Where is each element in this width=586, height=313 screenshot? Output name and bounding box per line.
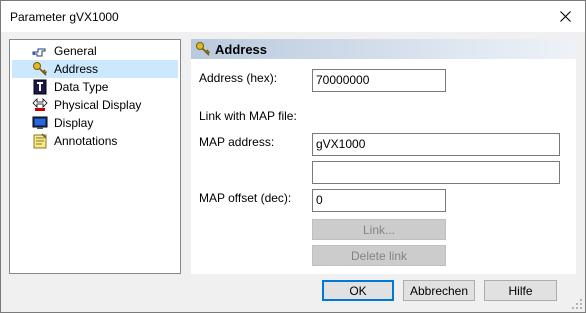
cancel-button[interactable]: Abbrechen [403,280,475,301]
map-address-input[interactable]: gVX1000 [312,133,560,156]
key-icon [32,61,48,77]
hand-pointer-icon [32,43,48,59]
ok-button[interactable]: OK [322,280,394,301]
parameter-dialog: Parameter gVX1000 General Address Data T… [0,0,586,313]
tree-item-display[interactable]: Display [12,114,178,132]
map-offset-input[interactable]: 0 [312,189,446,212]
address-panel: Address Address (hex): 70000000 Link wit… [191,39,576,274]
tree-item-general[interactable]: General [12,42,178,60]
tree-item-label: Physical Display [54,98,142,112]
delete-link-button[interactable]: Delete link [312,245,446,266]
notes-icon [32,133,48,149]
category-tree[interactable]: General Address Data Type Physical Displ… [9,39,181,274]
tree-item-label: Address [54,62,99,76]
link-button[interactable]: Link... [312,219,446,240]
tree-item-label: Annotations [54,134,118,148]
panel-header: Address [191,39,576,59]
map-address-label: MAP address: [199,135,275,149]
tree-item-address[interactable]: Address [12,60,178,78]
window-title: Parameter gVX1000 [10,10,119,24]
address-input[interactable]: 70000000 [312,69,446,92]
map-address-extra-input[interactable] [312,161,560,184]
address-label: Address (hex): [199,71,278,85]
tree-item-label: Display [54,116,94,130]
tree-item-label: Data Type [54,80,109,94]
panel-title: Address [215,41,268,57]
tree-item-physical-display[interactable]: Physical Display [12,96,178,114]
title-bar: Parameter gVX1000 [1,1,585,32]
map-offset-label: MAP offset (dec): [199,191,292,205]
close-icon [559,10,571,22]
tree-item-data-type[interactable]: Data Type [12,78,178,96]
arrows-icon [32,97,48,113]
tree-item-label: General [54,44,97,58]
resize-grip-icon[interactable] [571,298,583,310]
data-type-icon [32,79,48,95]
tree-item-annotations[interactable]: Annotations [12,132,178,150]
key-icon [195,41,211,57]
link-map-label: Link with MAP file: [199,109,297,123]
monitor-icon [32,115,48,131]
close-button[interactable] [553,5,577,27]
help-button[interactable]: Hilfe [484,280,557,301]
